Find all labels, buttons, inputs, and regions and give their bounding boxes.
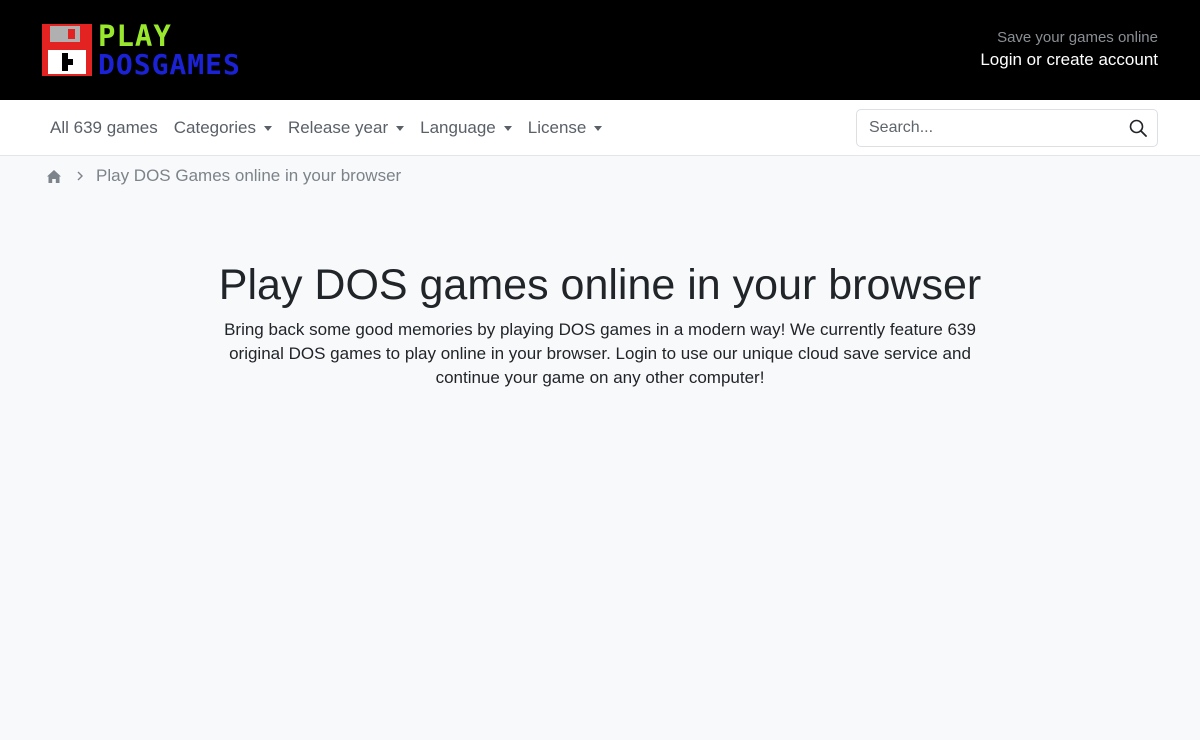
floppy-disk-icon: [42, 24, 92, 76]
account-tagline: Save your games online: [997, 29, 1158, 46]
home-icon[interactable]: [46, 169, 62, 184]
nav-item-categories[interactable]: Categories: [166, 118, 280, 138]
nav-item-license[interactable]: License: [520, 118, 611, 138]
search-icon[interactable]: [1129, 119, 1147, 137]
breadcrumb: Play DOS Games online in your browser: [46, 164, 401, 188]
breadcrumb-current: Play DOS Games online in your browser: [96, 166, 402, 185]
site-header: PLAY DOSGAMES Save your games online Log…: [0, 0, 1200, 100]
page-description: Bring back some good memories by playing…: [224, 320, 976, 387]
page-title: Play DOS games online in your browser: [218, 261, 982, 309]
logo-text-dosgames: DOSGAMES: [98, 48, 241, 81]
nav-item-label: Release year: [287, 118, 389, 137]
site-logo[interactable]: PLAY DOSGAMES: [42, 19, 262, 81]
hero-section: Play DOS games online in your browser Br…: [0, 258, 1200, 390]
nav-list: All 639 games Categories Release year La…: [42, 100, 610, 156]
nav-item-label: Categories: [173, 118, 256, 137]
nav-item-label: Language: [420, 118, 496, 137]
nav-item-all-games[interactable]: All 639 games: [42, 118, 166, 138]
nav-item-release-year[interactable]: Release year: [280, 118, 412, 138]
account-area: Save your games online Login or create a…: [980, 28, 1158, 72]
login-link[interactable]: Login or create account: [980, 48, 1158, 72]
caret-down-icon: [396, 125, 405, 131]
nav-item-language[interactable]: Language: [412, 118, 520, 138]
caret-down-icon: [503, 125, 512, 131]
main-nav: All 639 games Categories Release year La…: [0, 100, 1200, 156]
search-input[interactable]: [857, 110, 1117, 146]
caret-down-icon: [594, 125, 603, 131]
nav-item-label: All 639 games: [50, 118, 158, 137]
nav-item-label: License: [527, 118, 587, 137]
logo-text-play: PLAY: [98, 19, 172, 53]
chevron-right-icon: [77, 171, 83, 181]
caret-down-icon: [263, 125, 272, 131]
search-box: [856, 109, 1158, 147]
